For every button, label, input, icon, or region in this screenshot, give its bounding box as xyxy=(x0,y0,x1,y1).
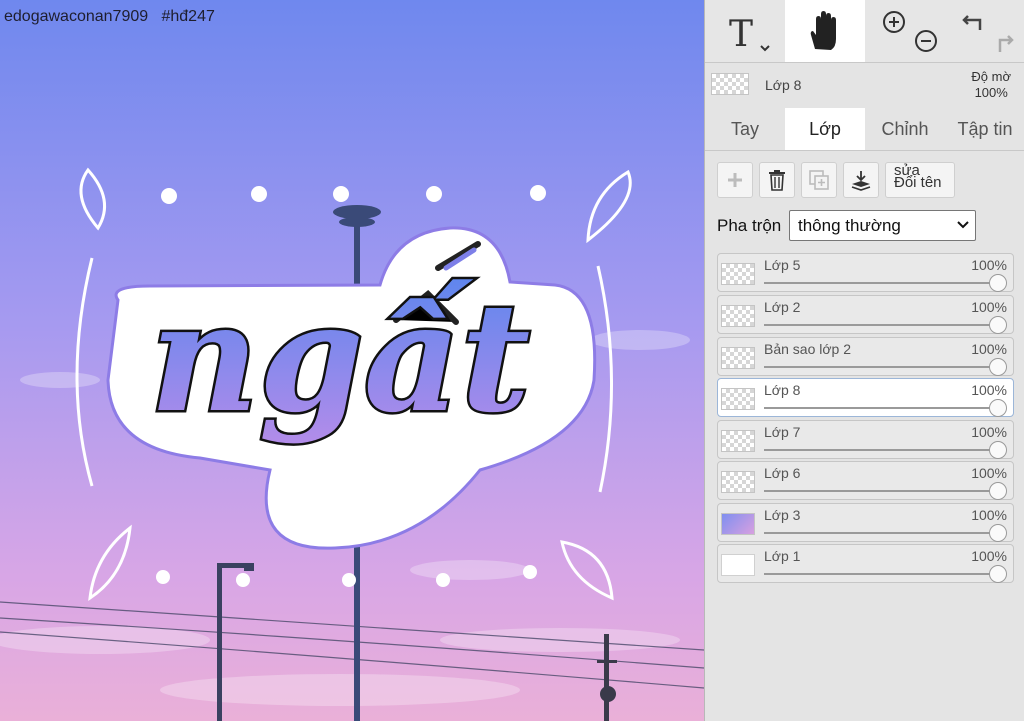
opacity-slider-handle[interactable] xyxy=(989,482,1007,500)
duplicate-layer-button[interactable] xyxy=(801,162,837,198)
opacity-slider-handle[interactable] xyxy=(989,441,1007,459)
current-layer-info: Lớp 8 Độ mờ 100% xyxy=(705,62,1024,108)
layer-name: Lớp 6 xyxy=(764,465,801,481)
opacity-slider-handle[interactable] xyxy=(989,274,1007,292)
opacity-label: Độ mờ xyxy=(971,69,1011,84)
opacity-slider-track[interactable] xyxy=(764,449,997,451)
undo-redo-icon xyxy=(961,15,1014,52)
layer-opacity: 100% xyxy=(971,341,1007,357)
opacity-slider-track[interactable] xyxy=(764,573,997,575)
canvas-artwork: ngất xyxy=(0,0,704,721)
delete-layer-button[interactable] xyxy=(759,162,795,198)
layer-thumbnail xyxy=(721,513,755,535)
layer-row[interactable]: Bản sao lớp 2 100% xyxy=(717,337,1014,376)
opacity-slider-track[interactable] xyxy=(764,407,997,409)
layer-thumbnail xyxy=(721,430,755,452)
opacity-slider-track[interactable] xyxy=(764,324,997,326)
rename-layer-button[interactable]: sửa Đổi tên xyxy=(885,162,955,198)
layer-thumbnail xyxy=(721,347,755,369)
layer-opacity: 100% xyxy=(971,299,1007,315)
trash-icon xyxy=(769,170,785,191)
layer-opacity: 100% xyxy=(971,465,1007,481)
toolbar: T xyxy=(705,0,1024,63)
layer-thumbnail xyxy=(721,554,755,576)
current-layer-thumbnail xyxy=(711,73,749,95)
layer-row[interactable]: Lớp 3 100% xyxy=(717,503,1014,542)
text-icon: T xyxy=(729,14,770,55)
layer-name: Lớp 7 xyxy=(764,424,801,440)
layer-name: Lớp 1 xyxy=(764,548,801,564)
layer-row[interactable]: Lớp 2 100% xyxy=(717,295,1014,334)
layer-thumbnail xyxy=(721,388,755,410)
layers-panel: T Lớp 8 Độ mờ 100% Tay Lớp Chỉnh Tập tin… xyxy=(704,0,1024,721)
undo-redo-button[interactable] xyxy=(950,0,1024,62)
layer-name: Lớp 5 xyxy=(764,257,801,273)
opacity-slider-track[interactable] xyxy=(764,490,997,492)
merge-down-icon xyxy=(851,171,871,191)
opacity-slider-handle[interactable] xyxy=(989,316,1007,334)
layer-opacity: 100% xyxy=(971,382,1007,398)
layer-row[interactable]: Lớp 7 100% xyxy=(717,420,1014,459)
duplicate-icon xyxy=(809,170,829,190)
opacity-slider-handle[interactable] xyxy=(989,358,1007,376)
current-layer-name: Lớp 8 xyxy=(765,77,802,93)
layer-opacity: 100% xyxy=(971,424,1007,440)
blend-mode-select[interactable]: thông thường xyxy=(789,210,976,241)
opacity-slider-handle[interactable] xyxy=(989,565,1007,583)
plus-icon xyxy=(728,173,742,187)
hand-tool-button[interactable] xyxy=(785,0,865,62)
opacity-value: 100% xyxy=(974,85,1008,100)
layer-row[interactable]: Lớp 6 100% xyxy=(717,461,1014,500)
tab-adjust[interactable]: Chỉnh xyxy=(865,108,945,150)
panel-tabs: Tay Lớp Chỉnh Tập tin xyxy=(705,108,1024,151)
drawing-canvas[interactable]: ngất edogawaconan7909 #hđ247 xyxy=(0,0,704,721)
layer-row[interactable]: Lớp 1 100% xyxy=(717,544,1014,583)
text-tool-button[interactable]: T xyxy=(705,0,785,62)
layer-thumbnail xyxy=(721,471,755,493)
chevron-down-icon xyxy=(957,221,969,229)
blend-mode-label: Pha trộn xyxy=(717,216,782,235)
merge-down-button[interactable] xyxy=(843,162,879,198)
layer-opacity: 100% xyxy=(971,548,1007,564)
opacity-slider-handle[interactable] xyxy=(989,399,1007,417)
tab-file[interactable]: Tập tin xyxy=(945,108,1024,150)
sticker-word: ngất xyxy=(150,270,530,446)
watermark-text: edogawaconan7909 #hđ247 xyxy=(4,8,215,25)
opacity-slider-track[interactable] xyxy=(764,282,997,284)
layer-name: Bản sao lớp 2 xyxy=(764,341,852,357)
opacity-readout[interactable]: Độ mờ 100% xyxy=(971,69,1011,101)
svg-text:T: T xyxy=(729,14,753,55)
opacity-slider-track[interactable] xyxy=(764,366,997,368)
layer-opacity: 100% xyxy=(971,507,1007,523)
layer-name: Lớp 2 xyxy=(764,299,801,315)
opacity-slider-track[interactable] xyxy=(764,532,997,534)
add-layer-button[interactable] xyxy=(717,162,753,198)
layer-opacity: 100% xyxy=(971,257,1007,273)
zoom-in-out-icon xyxy=(882,11,937,52)
layer-row-selected[interactable]: Lớp 8 100% xyxy=(717,378,1014,417)
zoom-button[interactable] xyxy=(870,0,945,62)
layer-thumbnail xyxy=(721,305,755,327)
blend-mode-value: thông thường xyxy=(798,216,901,235)
opacity-slider-handle[interactable] xyxy=(989,524,1007,542)
hand-icon xyxy=(810,11,836,50)
layer-row[interactable]: Lớp 5 100% xyxy=(717,253,1014,292)
rename-label: Đổi tên xyxy=(894,174,942,191)
layer-thumbnail xyxy=(721,263,755,285)
tab-layers[interactable]: Lớp xyxy=(785,108,865,150)
layer-name: Lớp 3 xyxy=(764,507,801,523)
tab-brush[interactable]: Tay xyxy=(705,108,785,150)
layer-name: Lớp 8 xyxy=(764,382,801,398)
